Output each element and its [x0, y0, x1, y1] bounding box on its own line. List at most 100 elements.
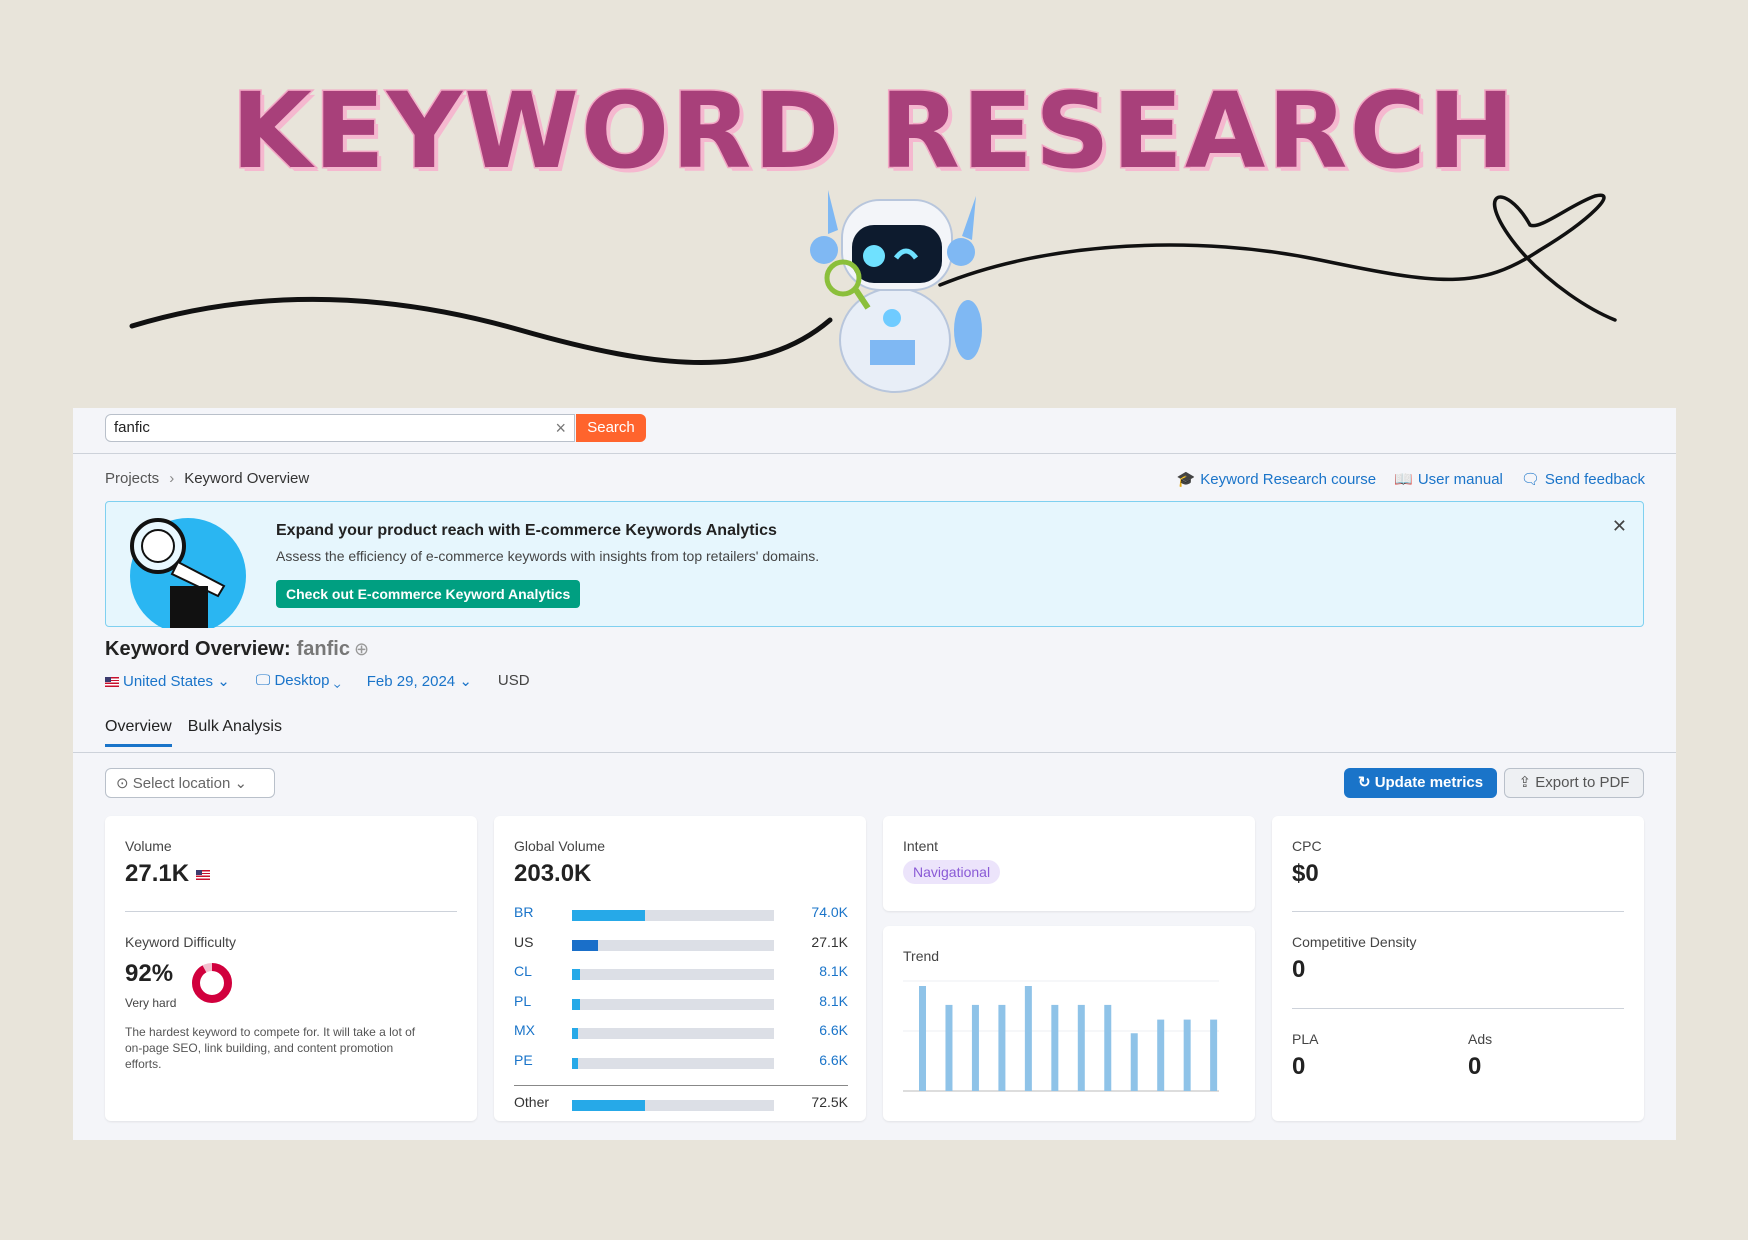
trend-bar[interactable] — [1183, 1019, 1191, 1091]
top-search-bar: fanfic × Search — [73, 408, 1676, 454]
share-bar — [572, 1057, 774, 1069]
share-bar-fill — [572, 1100, 645, 1111]
keyword-label: fanfic — [296, 638, 350, 660]
robot-mascot-icon — [810, 190, 982, 393]
volume-value: 27.1K — [125, 860, 214, 888]
global-volume-other-row: Other 72.5K — [514, 1094, 848, 1114]
country-volume: 27.1K — [811, 933, 848, 950]
export-pdf-button[interactable]: ⇪ Export to PDF — [1504, 768, 1644, 798]
upload-icon: ⇪ — [1518, 774, 1532, 791]
search-button[interactable]: Search — [576, 414, 646, 442]
trend-bar[interactable] — [1130, 1033, 1138, 1091]
global-volume-row: US 27.1K — [514, 934, 848, 954]
currency-label: USD — [497, 672, 530, 689]
manual-link[interactable]: 📖 User manual — [1394, 470, 1503, 488]
page-title: Keyword Overview: fanfic ⊕ — [105, 638, 370, 660]
refresh-icon: ↻ — [1357, 774, 1371, 791]
pla-value: 0 — [1292, 1053, 1306, 1080]
breadcrumb-current: Keyword Overview — [184, 470, 310, 487]
date-selector[interactable]: Feb 29, 2024 ⌄ — [367, 672, 472, 690]
trend-bar[interactable] — [1157, 1019, 1165, 1091]
close-icon[interactable]: ✕ — [1612, 516, 1627, 537]
country-code: BR — [514, 904, 534, 920]
chevron-down-icon: ⌄ — [217, 673, 230, 690]
ads-label: Ads — [1468, 1031, 1493, 1047]
monitor-icon: 🖵 — [255, 672, 271, 689]
divider — [1292, 911, 1624, 912]
location-select[interactable]: ⊙ Select location ⌄ — [105, 768, 275, 798]
global-volume-row: BR 74.0K — [514, 904, 848, 924]
trend-bar[interactable] — [1104, 1004, 1112, 1091]
add-icon[interactable]: ⊕ — [354, 639, 369, 659]
country-volume: 6.6K — [819, 1022, 848, 1038]
trend-card: Trend — [883, 926, 1255, 1121]
tab-bulk-analysis[interactable]: Bulk Analysis — [188, 718, 282, 747]
country-volume: 8.1K — [819, 992, 848, 1009]
kd-description: The hardest keyword to compete for. It w… — [125, 1025, 416, 1071]
kd-level: Very hard — [125, 996, 177, 1010]
book-icon: 📖 — [1394, 471, 1413, 488]
graduation-cap-icon: 🎓 — [1176, 471, 1196, 488]
banner-cta-button[interactable]: Check out E-commerce Keyword Analytics — [276, 580, 581, 608]
search-input-value: fanfic — [114, 419, 150, 436]
trend-bar[interactable] — [1210, 1019, 1218, 1091]
cpc-label: CPC — [1292, 838, 1322, 854]
intent-label: Intent — [903, 838, 939, 854]
intent-card: Intent Navigational — [883, 816, 1255, 911]
divider — [514, 1085, 848, 1086]
update-metrics-button[interactable]: ↻ Update metrics — [1344, 768, 1497, 798]
feedback-link[interactable]: 🗨 Send feedback — [1521, 470, 1645, 488]
app-window: fanfic × Search Projects › Keyword Overvie… — [73, 408, 1676, 1140]
share-bar — [572, 969, 774, 980]
cpc-value: $0 — [1292, 860, 1319, 887]
cpc-card: CPC $0 Competitive Density 0 PLA 0 Ads 0 — [1272, 816, 1644, 1121]
country-volume: 6.6K — [819, 1051, 848, 1068]
share-bar-fill — [572, 998, 581, 1010]
share-bar — [572, 998, 774, 1010]
kd-donut-icon — [192, 963, 232, 1003]
trend-bar[interactable] — [971, 1004, 979, 1091]
search-input[interactable]: fanfic × — [105, 414, 575, 442]
promo-banner: Expand your product reach with E-commerc… — [105, 501, 1644, 628]
help-links: 🎓 Keyword Research course 📖 User manual 🗨 S… — [1177, 470, 1645, 488]
clear-icon[interactable]: × — [555, 418, 566, 439]
device-selector[interactable]: 🖵 Desktop ⌄ — [256, 672, 341, 690]
country-code: MX — [514, 1022, 535, 1038]
share-bar — [572, 939, 774, 951]
chevron-down-icon: ⌄ — [459, 673, 472, 690]
country-code: US — [514, 933, 534, 950]
country-code: PE — [514, 1051, 533, 1068]
breadcrumb-projects[interactable]: Projects — [105, 470, 159, 487]
trend-bar[interactable] — [998, 1004, 1006, 1091]
share-bar-fill — [572, 1028, 579, 1039]
us-flag-icon — [105, 677, 119, 688]
country-volume: 8.1K — [819, 963, 848, 979]
kd-value: 92% — [125, 960, 174, 987]
chevron-right-icon: › — [169, 470, 175, 487]
course-link[interactable]: 🎓 Keyword Research course — [1177, 470, 1377, 488]
trend-bar[interactable] — [1077, 1004, 1085, 1091]
tab-overview[interactable]: Overview — [105, 718, 172, 747]
banner-title: Expand your product reach with E-commerc… — [276, 522, 777, 539]
trend-bar[interactable] — [945, 1004, 953, 1091]
trend-label: Trend — [903, 948, 940, 964]
country-code: Other — [514, 1094, 550, 1110]
global-volume-row: MX 6.6K — [514, 1022, 848, 1042]
country-volume: 72.5K — [811, 1094, 848, 1110]
country-code: PL — [514, 992, 532, 1009]
share-bar-fill — [572, 1057, 579, 1069]
global-volume-card: Global Volume 203.0K BR 74.0K US 27.1K CL 8.1… — [494, 816, 866, 1121]
share-bar — [572, 1100, 774, 1111]
country-selector[interactable]: United States ⌄ — [105, 672, 230, 690]
trend-bar[interactable] — [1051, 1004, 1059, 1091]
country-code: CL — [514, 963, 532, 979]
divider — [125, 911, 457, 912]
density-value: 0 — [1292, 956, 1306, 983]
ads-value: 0 — [1468, 1053, 1482, 1080]
trend-bar[interactable] — [919, 986, 926, 1091]
breadcrumb: Projects › Keyword Overview — [105, 470, 309, 487]
chevron-down-icon: ⌄ — [234, 775, 248, 792]
global-volume-row: PL 8.1K — [514, 993, 848, 1013]
trend-bar[interactable] — [1024, 986, 1032, 1091]
global-volume-row: PE 6.6K — [514, 1052, 848, 1072]
